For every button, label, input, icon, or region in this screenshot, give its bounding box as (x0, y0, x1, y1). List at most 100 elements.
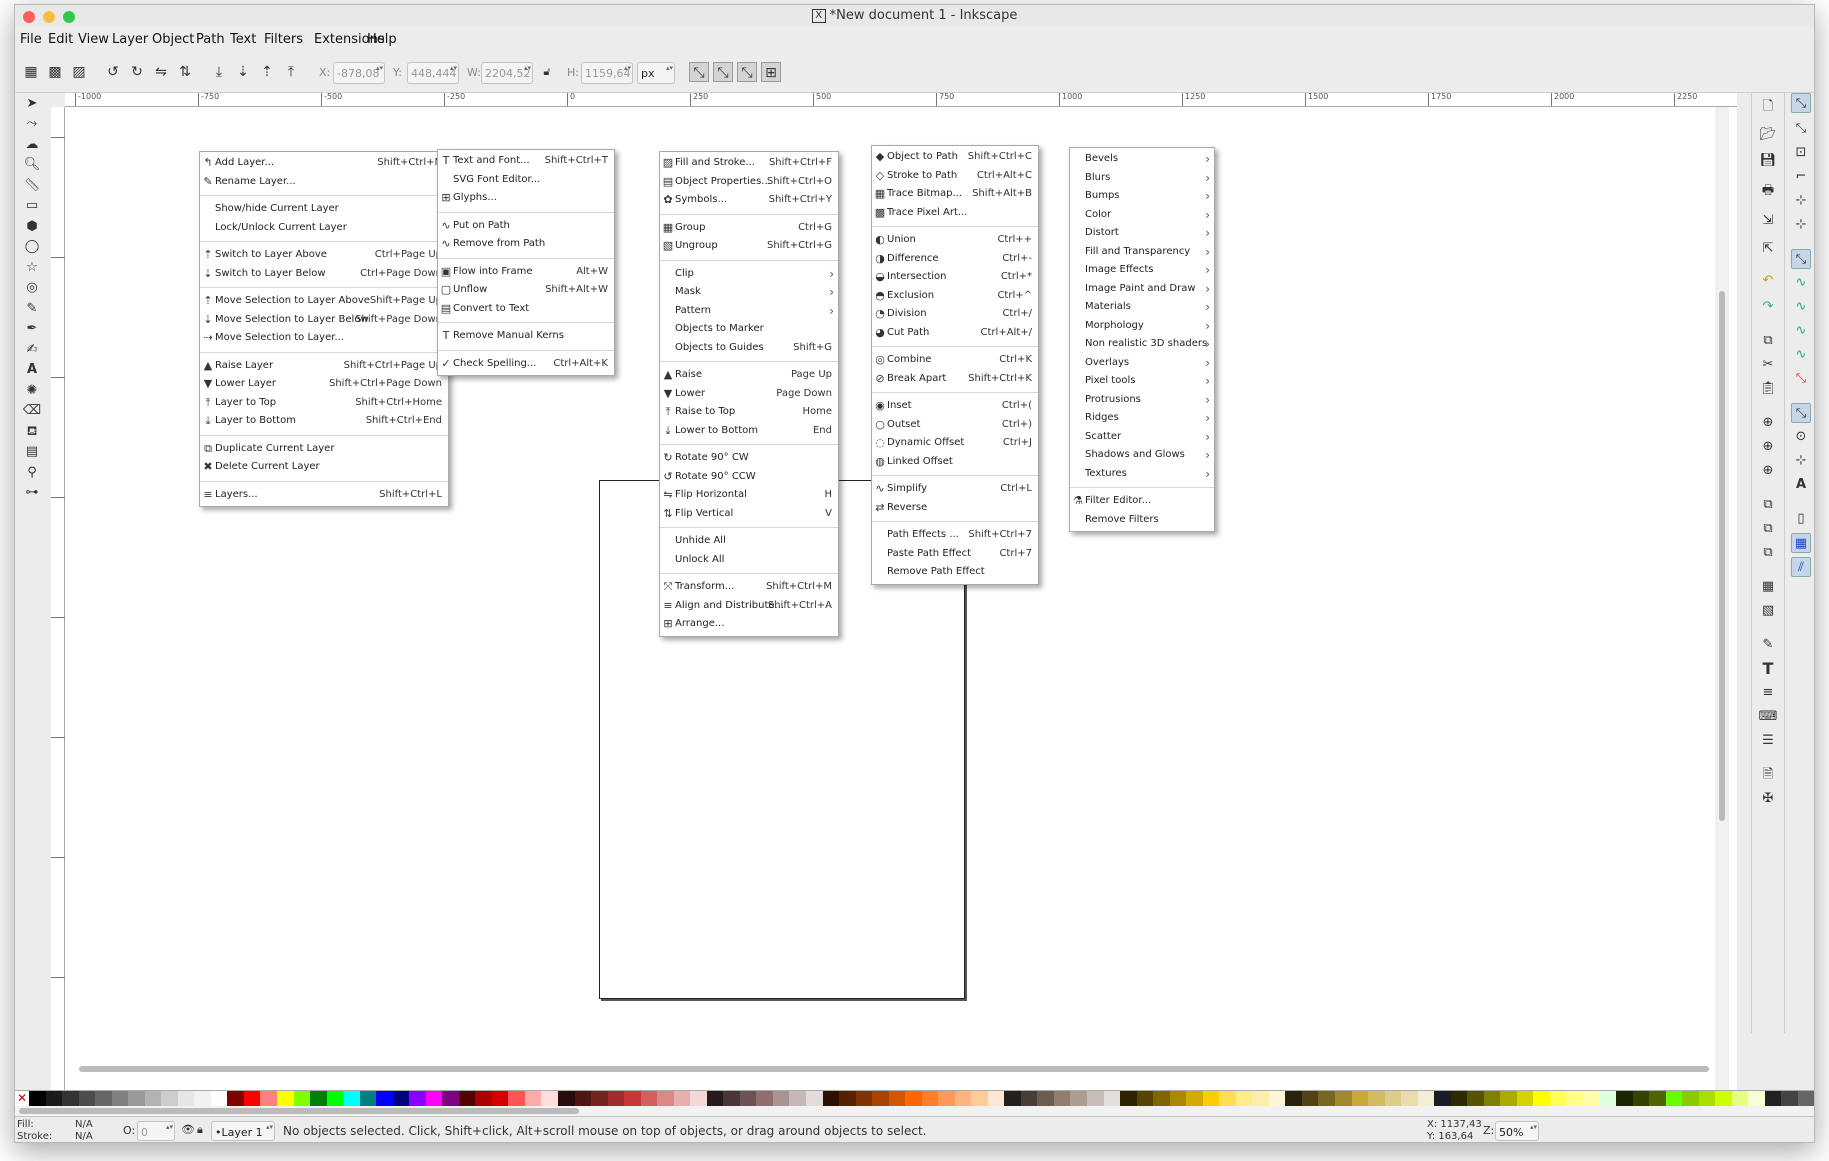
rotate-cw-icon[interactable]: ↻ (127, 62, 147, 82)
selector-tool-icon[interactable]: ➤ (21, 93, 43, 115)
menu-item[interactable]: Pixel tools › (1070, 372, 1214, 391)
menu-item[interactable]: ▤ Convert to Text (438, 300, 614, 319)
snap-bbox-corners-icon[interactable]: ⌐ (1791, 167, 1811, 187)
color-swatch[interactable] (1235, 1091, 1253, 1106)
menu-item[interactable]: Pattern › (660, 302, 838, 321)
menu-item[interactable]: Image Effects › (1070, 261, 1214, 280)
unlink-clone-icon[interactable]: ⧉ (1758, 543, 1778, 563)
menu-path[interactable]: Path (196, 32, 225, 47)
h-field[interactable]: 1159,64 (581, 62, 633, 84)
snap-rotation-centers-icon[interactable]: ⊹ (1791, 451, 1811, 471)
snap-intersections-icon[interactable]: ∿ (1791, 297, 1811, 317)
menu-item[interactable]: ⤒ Layer to Top Shift+Ctrl+Home (200, 394, 448, 413)
spray-tool-icon[interactable]: ✺ (21, 380, 43, 402)
color-swatch[interactable] (326, 1091, 344, 1106)
raise-icon[interactable]: ⇡ (257, 62, 277, 82)
color-swatch[interactable] (1401, 1091, 1418, 1106)
unit-select[interactable]: px (637, 62, 675, 84)
menu-item[interactable]: ▨ Fill and Stroke... Shift+Ctrl+F (660, 154, 838, 173)
color-swatch[interactable] (1301, 1091, 1319, 1106)
color-swatch[interactable] (1020, 1091, 1038, 1106)
color-swatch[interactable] (425, 1091, 443, 1106)
menu-item[interactable]: ▲ Raise Layer Shift+Ctrl+Page Up (200, 357, 448, 376)
save-icon[interactable]: 💾︎ (1758, 151, 1778, 171)
menu-item[interactable]: ⇣ Move Selection to Layer Below Shift+Page… (200, 311, 448, 330)
menu-item[interactable]: ≡ Layers... Shift+Ctrl+L (200, 486, 448, 505)
color-swatch[interactable] (260, 1091, 277, 1106)
undo-icon[interactable]: ↶ (1758, 271, 1778, 291)
menu-item[interactable]: ◕ Cut Path Ctrl+Alt+/ (872, 324, 1038, 343)
menu-item[interactable]: Unhide All (660, 532, 838, 551)
color-swatch[interactable] (1649, 1091, 1666, 1106)
color-swatch[interactable] (78, 1091, 96, 1106)
color-swatch[interactable] (640, 1091, 658, 1106)
paste-icon[interactable]: 📋︎ (1758, 379, 1778, 399)
layer-select[interactable]: •Layer 1 (211, 1121, 275, 1141)
menu-item[interactable]: ⇅ Flip Vertical V (660, 505, 838, 524)
node-tool-icon[interactable]: ⤳ (21, 113, 43, 135)
color-swatch[interactable] (376, 1091, 393, 1106)
menu-item[interactable]: ∿ Put on Path (438, 217, 614, 236)
menu-item[interactable]: ↻ Rotate 90° CW (660, 449, 838, 468)
print-icon[interactable]: 🖶︎ (1758, 181, 1778, 201)
w-field[interactable]: 2204,52 (481, 62, 533, 84)
color-swatch[interactable] (1252, 1091, 1269, 1106)
toggle-layer-visibility-icon[interactable]: 👁︎ (181, 1123, 195, 1136)
menu-view[interactable]: View (78, 32, 109, 47)
zoom-field[interactable]: 50% (1495, 1121, 1539, 1141)
color-swatch[interactable] (227, 1091, 244, 1106)
color-swatch[interactable] (1268, 1091, 1286, 1106)
color-swatch[interactable] (1037, 1091, 1054, 1106)
color-swatch[interactable] (1368, 1091, 1385, 1106)
menu-item[interactable]: ⇄ Reverse (872, 499, 1038, 518)
scale-corners-icon[interactable]: ⤡ (713, 62, 733, 82)
zoom-selection-icon[interactable]: ⊕ (1758, 413, 1778, 433)
color-palette[interactable]: ✕ (15, 1090, 1814, 1106)
color-swatch[interactable] (491, 1091, 509, 1106)
menu-item[interactable]: ▤ Object Properties... Shift+Ctrl+O (660, 173, 838, 192)
color-swatch[interactable] (111, 1091, 129, 1106)
snap-page-border-icon[interactable]: ▯ (1791, 509, 1811, 529)
menu-item[interactable]: Objects to Marker (660, 320, 838, 339)
flip-vertical-icon[interactable]: ⇅ (175, 62, 195, 82)
clone-icon[interactable]: ⧉ (1758, 519, 1778, 539)
color-swatch[interactable] (673, 1091, 691, 1106)
color-swatch[interactable] (1070, 1091, 1087, 1106)
menu-item[interactable]: Blurs › (1070, 169, 1214, 188)
lower-icon[interactable]: ⇣ (233, 62, 253, 82)
color-swatch[interactable] (508, 1091, 525, 1106)
open-icon[interactable]: 📂︎ (1758, 125, 1778, 145)
menu-item[interactable]: Clip › (660, 265, 838, 284)
group-icon[interactable]: ▦ (1758, 577, 1778, 597)
no-paint-swatch[interactable]: ✕ (15, 1091, 29, 1106)
color-swatch[interactable] (1434, 1091, 1451, 1106)
canvas[interactable]: ↰ Add Layer... Shift+Ctrl+N ✎ Rename Layer..… (65, 107, 1737, 1090)
menu-item[interactable]: ◌ Dynamic Offset Ctrl+J (872, 434, 1038, 453)
color-swatch[interactable] (161, 1091, 178, 1106)
color-swatch[interactable] (1450, 1091, 1468, 1106)
menu-item[interactable]: ≡ Align and Distribute... Shift+Ctrl+A (660, 597, 838, 616)
color-swatch[interactable] (1318, 1091, 1335, 1106)
ellipse-tool-icon[interactable]: ◯ (21, 236, 43, 258)
color-swatch[interactable] (1731, 1091, 1749, 1106)
menu-item[interactable]: Protrusions › (1070, 391, 1214, 410)
color-swatch[interactable] (409, 1091, 426, 1106)
lock-icon[interactable]: 🔓︎ (537, 62, 557, 82)
menu-item[interactable]: ⇢ Move Selection to Layer... (200, 329, 448, 348)
menu-item[interactable]: ⚗ Filter Editor... (1070, 492, 1214, 511)
color-swatch[interactable] (475, 1091, 492, 1106)
menu-item[interactable]: ⊞ Arrange... (660, 615, 838, 634)
pen-tool-icon[interactable]: ✒ (21, 318, 43, 340)
menu-item[interactable]: ▩ Trace Pixel Art... (872, 204, 1038, 223)
menu-object[interactable]: Object (152, 32, 194, 47)
color-swatch[interactable] (1781, 1091, 1798, 1106)
color-swatch[interactable] (541, 1091, 558, 1106)
color-swatch[interactable] (872, 1091, 889, 1106)
transform-gradients-icon[interactable]: ⤡ (737, 62, 757, 82)
menu-item[interactable]: ◇ Stroke to Path Ctrl+Alt+C (872, 167, 1038, 186)
menu-item[interactable]: T Remove Manual Kerns (438, 327, 614, 346)
color-swatch[interactable] (938, 1091, 955, 1106)
deselect-icon[interactable]: ▨ (69, 62, 89, 82)
snap-paths-icon[interactable]: ∿ (1791, 273, 1811, 293)
menu-item[interactable]: ▼ Lower Layer Shift+Ctrl+Page Down (200, 375, 448, 394)
